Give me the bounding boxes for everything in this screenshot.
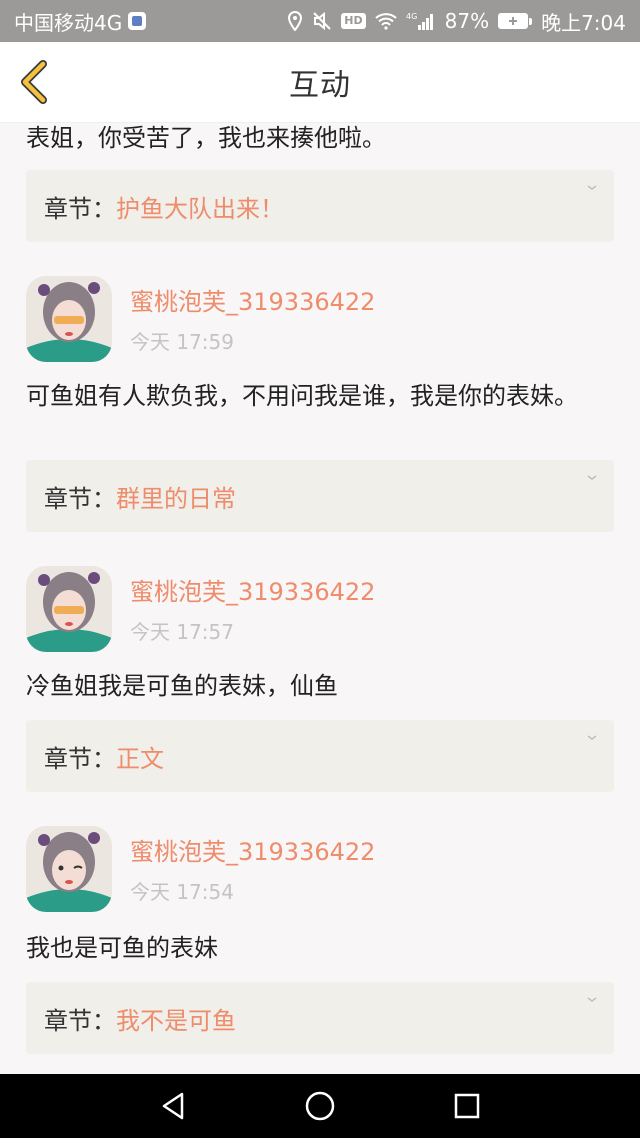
- hd-icon: HD: [341, 13, 366, 29]
- chapter-link[interactable]: 章节： 正文: [26, 720, 614, 792]
- chapter-link[interactable]: 章节： 群里的日常: [26, 460, 614, 532]
- recents-square-icon: [454, 1093, 479, 1119]
- battery-icon: [498, 13, 533, 29]
- comment-text: 表姐，你受苦了，我也来揍他啦。: [26, 124, 386, 152]
- chapter-label: 章节：: [44, 484, 116, 513]
- location-icon: [287, 11, 303, 31]
- comment-text: 冷鱼姐我是可鱼的表妹，仙鱼: [26, 672, 338, 700]
- network-type-label: 4G: [406, 12, 417, 21]
- nav-home-button[interactable]: [290, 1076, 350, 1136]
- timestamp: 今天 17:57: [130, 620, 234, 644]
- wifi-icon: [374, 12, 397, 30]
- back-button[interactable]: [14, 56, 64, 108]
- app-header: 互动: [0, 42, 640, 123]
- avatar[interactable]: [26, 276, 112, 362]
- avatar[interactable]: [26, 826, 112, 912]
- mute-icon: [312, 11, 332, 31]
- chapter-label: 章节：: [44, 744, 116, 773]
- chevron-down-icon: [587, 185, 597, 190]
- chevron-down-icon: [587, 475, 597, 480]
- timestamp: 今天 17:59: [130, 330, 234, 354]
- chevron-down-icon: [587, 735, 597, 740]
- username[interactable]: 蜜桃泡芙_319336422: [130, 282, 375, 317]
- chevron-left-icon: [21, 60, 47, 104]
- username[interactable]: 蜜桃泡芙_319336422: [130, 572, 375, 607]
- status-bar: 中国移动4G HD 4G 87% 晚上7:04: [0, 0, 640, 42]
- chapter-label: 章节：: [44, 194, 116, 223]
- chapter-name: 我不是可鱼: [116, 1006, 236, 1035]
- comment-text: 我也是可鱼的表妹: [26, 934, 218, 962]
- chapter-name: 正文: [116, 744, 164, 773]
- page-title: 互动: [289, 68, 351, 103]
- chapter-name: 护鱼大队出来！: [116, 194, 284, 223]
- signal-icon: 4G: [406, 11, 436, 31]
- chapter-label: 章节：: [44, 1006, 116, 1035]
- avatar[interactable]: [26, 566, 112, 652]
- battery-percent: 87%: [444, 9, 490, 33]
- carrier-label: 中国移动4G: [14, 10, 123, 35]
- chevron-down-icon: [587, 997, 597, 1002]
- chapter-link[interactable]: 章节： 护鱼大队出来！: [26, 170, 614, 242]
- nav-recents-button[interactable]: [437, 1076, 497, 1136]
- clock: 晚上7:04: [541, 10, 626, 35]
- app-notification-icon: [128, 12, 147, 30]
- comment-list[interactable]: 表姐，你受苦了，我也来揍他啦。 章节： 护鱼大队出来！ 蜜桃泡芙_3193364…: [0, 122, 640, 1074]
- timestamp: 今天 17:54: [130, 880, 234, 904]
- navigation-bar: [0, 1074, 640, 1138]
- back-triangle-icon: [163, 1092, 184, 1120]
- username[interactable]: 蜜桃泡芙_319336422: [130, 832, 375, 867]
- chapter-link[interactable]: 章节： 我不是可鱼: [26, 982, 614, 1054]
- home-circle-icon: [305, 1091, 335, 1121]
- nav-back-button[interactable]: [143, 1076, 203, 1136]
- comment-text: 可鱼姐有人欺负我，不用问我是谁，我是你的表妹。: [26, 382, 578, 410]
- chapter-name: 群里的日常: [116, 484, 236, 513]
